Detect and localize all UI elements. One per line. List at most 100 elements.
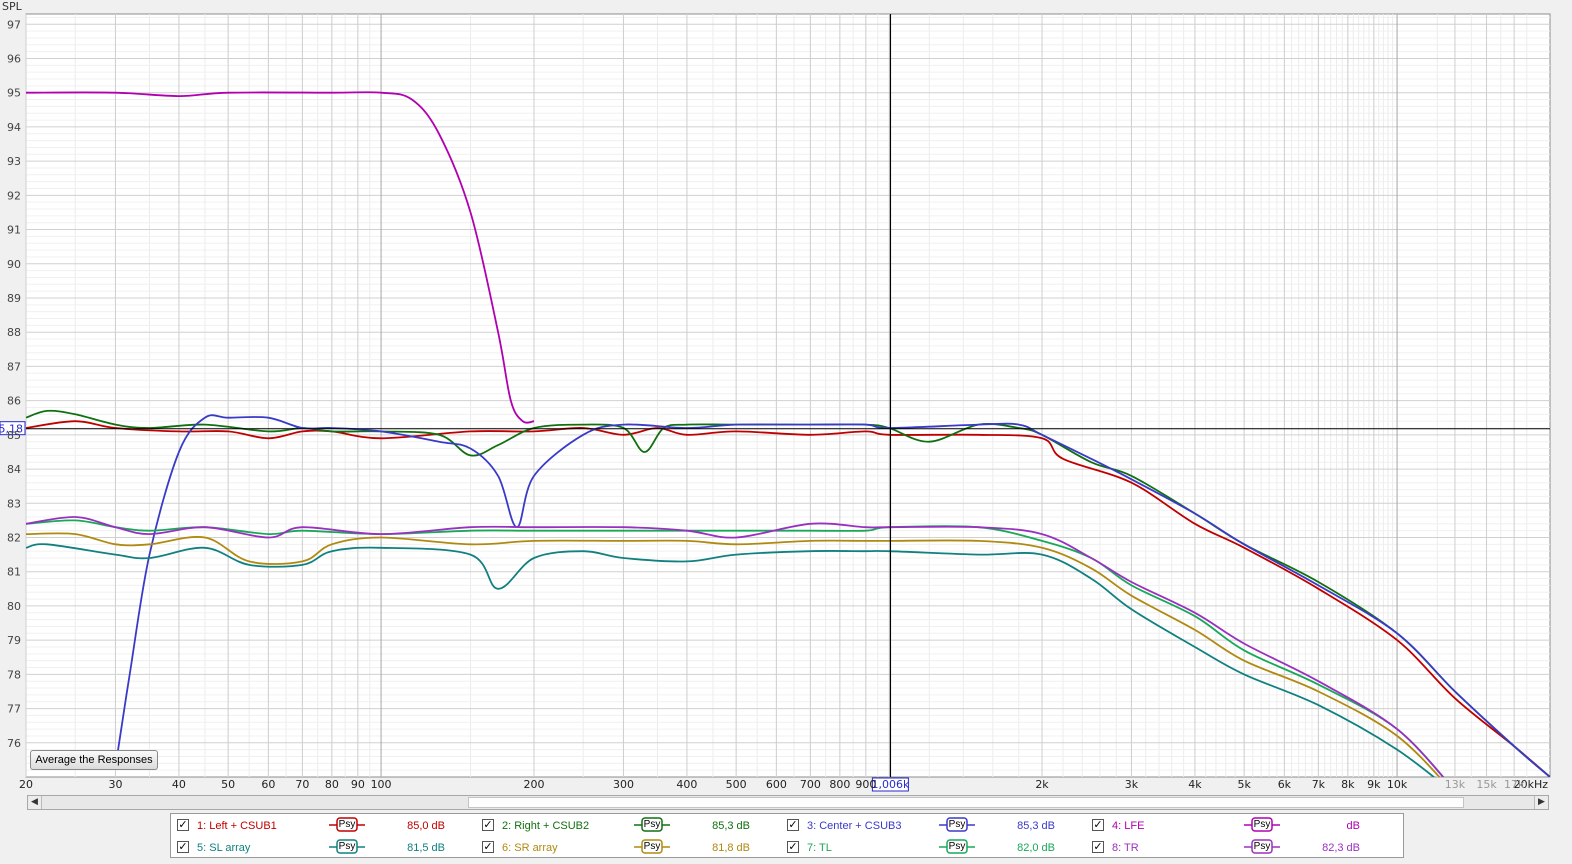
y-tick-labels: 97 96 95 94 93 92 91 90 89 88 87 86 85 84 83 82 81 80 79 78… <box>7 18 21 750</box>
psy-smoothing-toggle[interactable]: Psy <box>939 817 975 833</box>
y-tick-label: 81 <box>7 566 21 579</box>
average-responses-button[interactable]: Average the Responses <box>30 750 158 770</box>
y-tick-label: 80 <box>7 600 21 613</box>
x-tick-labels: 20 30 40 50 60 70 80 90 100 200 300 400 500 600 700 800… <box>19 778 1525 791</box>
scroll-left-arrow-icon[interactable]: ◀ <box>28 796 42 809</box>
x-tick-label: 40 <box>172 778 186 791</box>
legend-checkbox[interactable]: ✓ <box>482 841 494 853</box>
x-tick-label: 2k <box>1035 778 1049 791</box>
horizontal-scrollbar[interactable]: ◀ ▶ <box>27 795 1549 810</box>
legend-item-tl: ✓ 7: TL Psy 82,0 dB <box>781 838 1086 858</box>
x-tick-label: 9k <box>1367 778 1381 791</box>
legend-series-value: 85,3 dB <box>1017 820 1055 832</box>
x-tick-label: 800 <box>829 778 850 791</box>
legend-item-right-csub2: ✓ 2: Right + CSUB2 Psy 85,3 dB <box>476 816 781 836</box>
x-tick-label: 700 <box>800 778 821 791</box>
x-tick-label: 20 <box>19 778 33 791</box>
legend-item-center-csub3: ✓ 3: Center + CSUB3 Psy 85,3 dB <box>781 816 1086 836</box>
scroll-right-arrow-icon[interactable]: ▶ <box>1534 796 1548 809</box>
y-tick-label: 91 <box>7 224 21 237</box>
cursor-x-readout: 1,006k <box>871 778 909 791</box>
series-legend: ✓ 1: Left + CSUB1 Psy 85,0 dB ✓ 2: Right… <box>170 813 1404 858</box>
y-tick-label: 83 <box>7 497 21 510</box>
legend-item-tr: ✓ 8: TR Psy 82,3 dB <box>1086 838 1391 858</box>
legend-checkbox[interactable]: ✓ <box>482 819 494 831</box>
legend-checkbox[interactable]: ✓ <box>787 841 799 853</box>
legend-series-value: 81,5 dB <box>407 842 445 854</box>
legend-checkbox[interactable]: ✓ <box>787 819 799 831</box>
x-tick-label: 3k <box>1125 778 1139 791</box>
legend-series-value: 85,3 dB <box>712 820 750 832</box>
x-tick-label: 80 <box>325 778 339 791</box>
y-tick-label: 84 <box>7 463 21 476</box>
y-axis-label: SPL <box>2 0 23 13</box>
x-tick-label: 900 <box>855 778 876 791</box>
psy-smoothing-toggle[interactable]: Psy <box>1244 839 1280 855</box>
psy-smoothing-toggle[interactable]: Psy <box>634 839 670 855</box>
legend-checkbox[interactable]: ✓ <box>177 841 189 853</box>
legend-series-value: 82,3 dB <box>1322 842 1360 854</box>
legend-series-value: 81,8 dB <box>712 842 750 854</box>
legend-series-value: 82,0 dB <box>1017 842 1055 854</box>
scroll-thumb[interactable] <box>468 797 1464 808</box>
y-tick-label: 89 <box>7 292 21 305</box>
legend-series-name: 6: SR array <box>502 842 558 854</box>
legend-checkbox[interactable]: ✓ <box>177 819 189 831</box>
y-tick-label: 86 <box>7 395 21 408</box>
legend-series-name: 2: Right + CSUB2 <box>502 820 590 832</box>
legend-series-value: 85,0 dB <box>407 820 445 832</box>
y-tick-label: 79 <box>7 634 21 647</box>
x-tick-label: 50 <box>221 778 235 791</box>
x-tick-label: 15k <box>1476 778 1497 791</box>
x-tick-label: 400 <box>676 778 697 791</box>
y-tick-label: 82 <box>7 531 21 544</box>
y-tick-label: 85 <box>7 429 21 442</box>
y-tick-label: 77 <box>7 703 21 716</box>
legend-series-value: dB <box>1346 820 1360 832</box>
legend-series-name: 3: Center + CSUB3 <box>807 820 902 832</box>
x-tick-label: 17k <box>1504 778 1525 791</box>
legend-item-sl-array: ✓ 5: SL array Psy 81,5 dB <box>171 838 476 858</box>
x-tick-label: 500 <box>726 778 747 791</box>
y-tick-label: 88 <box>7 326 21 339</box>
x-tick-label: 30 <box>108 778 122 791</box>
legend-checkbox[interactable]: ✓ <box>1092 841 1104 853</box>
x-tick-label: 90 <box>351 778 365 791</box>
x-tick-label: 7k <box>1312 778 1326 791</box>
x-tick-label: 300 <box>613 778 634 791</box>
x-tick-label: 6k <box>1278 778 1292 791</box>
y-tick-label: 76 <box>7 737 21 750</box>
legend-series-name: 7: TL <box>807 842 832 854</box>
legend-item-left-csub1: ✓ 1: Left + CSUB1 Psy 85,0 dB <box>171 816 476 836</box>
psy-smoothing-toggle[interactable]: Psy <box>634 817 670 833</box>
legend-series-name: 1: Left + CSUB1 <box>197 820 277 832</box>
psy-smoothing-toggle[interactable]: Psy <box>1244 817 1280 833</box>
x-tick-label: 600 <box>766 778 787 791</box>
legend-series-name: 5: SL array <box>197 842 251 854</box>
y-tick-label: 78 <box>7 668 21 681</box>
x-tick-label: 8k <box>1341 778 1355 791</box>
x-tick-label: 5k <box>1237 778 1251 791</box>
x-tick-label: 13k <box>1445 778 1466 791</box>
y-tick-label: 97 <box>7 18 21 31</box>
psy-smoothing-toggle[interactable]: Psy <box>329 817 365 833</box>
x-tick-label: 200 <box>524 778 545 791</box>
legend-checkbox[interactable]: ✓ <box>1092 819 1104 831</box>
frequency-response-chart: 1,006k85,18 SPL 20kHz 979695949392919089… <box>0 0 1551 792</box>
legend-item-sr-array: ✓ 6: SR array Psy 81,8 dB <box>476 838 781 858</box>
x-tick-label: 100 <box>371 778 392 791</box>
psy-smoothing-toggle[interactable]: Psy <box>329 839 365 855</box>
x-tick-label: 60 <box>261 778 275 791</box>
y-tick-label: 87 <box>7 360 21 373</box>
y-tick-label: 93 <box>7 155 21 168</box>
y-tick-label: 90 <box>7 258 21 271</box>
psy-smoothing-toggle[interactable]: Psy <box>939 839 975 855</box>
y-tick-label: 94 <box>7 121 21 134</box>
legend-series-name: 8: TR <box>1112 842 1139 854</box>
x-tick-label: 4k <box>1188 778 1202 791</box>
y-tick-label: 95 <box>7 87 21 100</box>
y-tick-label: 96 <box>7 52 21 65</box>
legend-series-name: 4: LFE <box>1112 820 1145 832</box>
y-tick-label: 92 <box>7 189 21 202</box>
legend-item-lfe: ✓ 4: LFE Psy dB <box>1086 816 1391 836</box>
